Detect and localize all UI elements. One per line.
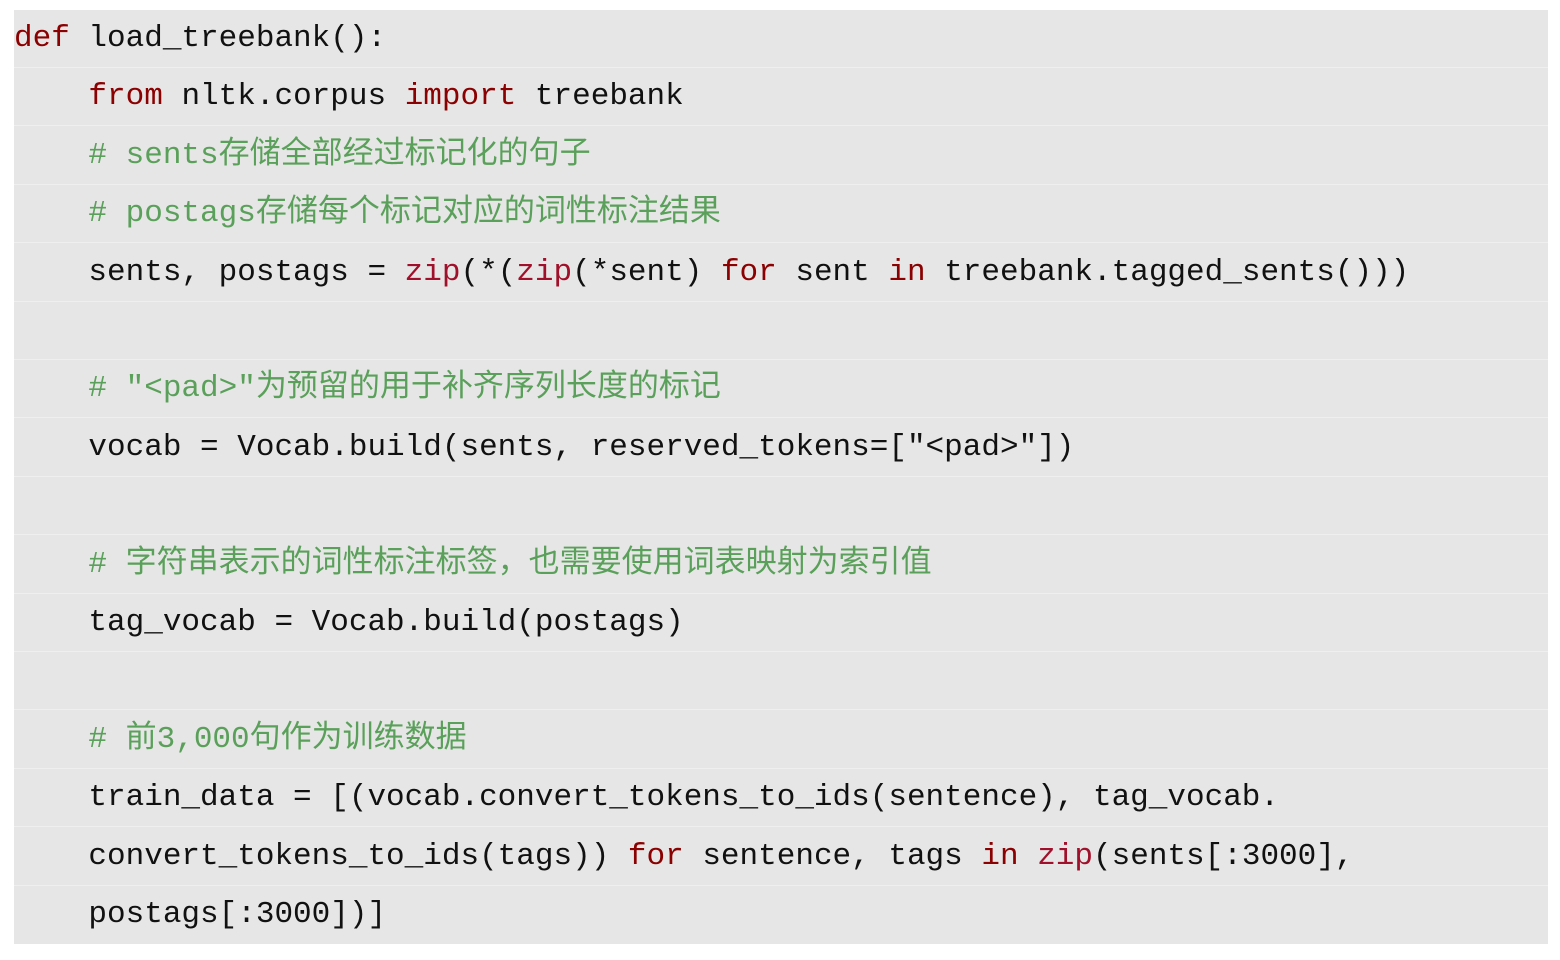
- code-line: sents, postags = zip(*(zip(*sent) for se…: [14, 244, 1548, 302]
- code-line: # 前3,000句作为训练数据: [14, 711, 1548, 769]
- code-token: for: [720, 254, 777, 290]
- code-token: tag_vocab = Vocab.build(postags): [14, 605, 684, 640]
- code-token: in: [888, 254, 926, 290]
- code-line: [14, 477, 1548, 536]
- code-line: [14, 652, 1548, 711]
- code-line: train_data = [(vocab.convert_tokens_to_i…: [14, 769, 1548, 828]
- code-token: treebank.tagged_sents())): [925, 254, 1410, 290]
- code-token: (*(: [460, 254, 517, 290]
- code-token: (sents[:3000],: [1093, 838, 1354, 874]
- code-line: convert_tokens_to_ids(tags)) for sentenc…: [14, 828, 1548, 886]
- code-line: tag_vocab = Vocab.build(postags): [14, 594, 1548, 652]
- code-token: zip: [404, 254, 461, 290]
- code-line: # postags存储每个标记对应的词性标注结果: [14, 185, 1548, 244]
- code-line: postags[:3000])]: [14, 886, 1548, 944]
- code-line: from nltk.corpus import treebank: [14, 68, 1548, 127]
- code-line: def load_treebank():: [14, 10, 1548, 68]
- code-token: (*sent): [572, 254, 721, 290]
- code-token: load_treebank():: [69, 21, 387, 56]
- code-token: # "<pad>"为预留的用于补齐序列长度的标记: [14, 371, 721, 407]
- code-token: convert_tokens_to_ids(tags)): [14, 838, 628, 874]
- code-token: train_data = [(vocab.convert_tokens_to_i…: [14, 780, 1280, 816]
- code-token: from: [88, 79, 163, 115]
- code-token: # postags存储每个标记对应的词性标注结果: [14, 196, 721, 232]
- code-token: import: [404, 79, 517, 115]
- code-token: vocab = Vocab.build(sents, reserved_toke…: [14, 429, 1075, 465]
- code-token: zip: [516, 254, 573, 290]
- code-line: # "<pad>"为预留的用于补齐序列长度的标记: [14, 360, 1548, 419]
- code-token: def: [14, 21, 70, 56]
- code-line: vocab = Vocab.build(sents, reserved_toke…: [14, 419, 1548, 477]
- code-token: postags[:3000])]: [14, 897, 387, 932]
- code-token: # sents存储全部经过标记化的句子: [14, 137, 591, 173]
- code-line: # sents存储全部经过标记化的句子: [14, 127, 1548, 185]
- code-token: # 字符串表示的词性标注标签，也需要使用词表映射为索引值: [14, 546, 932, 582]
- code-token: sents, postags =: [14, 254, 405, 290]
- code-token: sent: [776, 254, 889, 290]
- code-token: for: [627, 838, 684, 874]
- code-token: nltk.corpus: [162, 79, 405, 115]
- code-token: zip: [1037, 838, 1094, 874]
- code-line: # 字符串表示的词性标注标签，也需要使用词表映射为索引值: [14, 536, 1548, 594]
- code-line: [14, 302, 1548, 360]
- code-token: sentence, tags: [683, 838, 982, 874]
- code-token: # 前3,000句作为训练数据: [14, 721, 467, 757]
- code-listing: def load_treebank(): from nltk.corpus im…: [14, 10, 1548, 944]
- code-token: treebank: [516, 79, 684, 115]
- code-token: in: [981, 838, 1019, 874]
